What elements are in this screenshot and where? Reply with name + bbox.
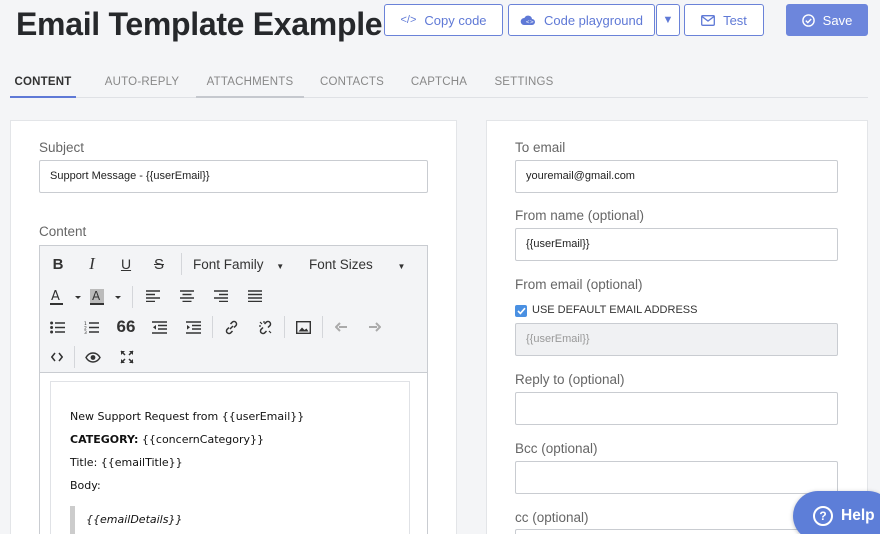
subject-input[interactable]: Support Message - {{userEmail}} [39,160,428,193]
content-label: Content [39,224,87,239]
to-email-label: To email [515,140,566,155]
from-email-label: From email (optional) [515,277,643,292]
caret-down-icon: ▼ [397,262,406,271]
underline-button[interactable]: U [116,254,136,274]
fullscreen-icon[interactable] [118,348,136,366]
body-line-request: New Support Request from {{userEmail}} [70,410,305,423]
numbered-list-icon[interactable]: 123 [82,318,100,336]
italic-button[interactable]: I [82,254,102,274]
subject-label: Subject [39,140,85,155]
question-icon: ? [813,506,833,526]
bold-button[interactable]: B [48,254,68,274]
caret-down-icon: ▼ [276,262,285,271]
font-family-label: Font Family [193,257,264,272]
code-playground-dropdown[interactable]: ▼ [656,4,680,36]
cloud-icon: <> [520,14,536,26]
body-line-body: Body: [70,479,101,492]
font-family-dropdown[interactable]: Font Family ▼ [193,257,284,272]
svg-text:<>: <> [525,20,533,26]
tab-contacts[interactable]: CONTACTS [312,68,392,98]
reply-to-label: Reply to (optional) [515,372,625,387]
font-sizes-label: Font Sizes [309,257,373,272]
highlight-color-button[interactable]: A [88,286,124,308]
copy-code-button[interactable]: </> Copy code [384,4,503,36]
from-name-input[interactable]: {{userEmail}} [515,228,838,261]
tab-settings[interactable]: SETTINGS [486,68,562,98]
cc-label: cc (optional) [515,510,589,525]
body-line-title: Title: {{emailTitle}} [70,456,183,469]
outdent-icon[interactable] [150,318,168,336]
code-playground-label: Code playground [543,12,644,28]
body-line-category: CATEGORY: {{concernCategory}} [70,433,264,446]
use-default-checkbox[interactable] [515,305,527,317]
strikethrough-button[interactable]: S [149,254,169,274]
help-button[interactable]: ? Help [793,491,880,534]
svg-text:A: A [51,289,60,304]
tab-attachments[interactable]: ATTACHMENTS [196,68,304,98]
checkmark-icon [516,307,526,315]
code-icon: </> [400,14,417,26]
body-quote: {{emailDetails}} [86,513,183,526]
test-label: Test [723,12,747,28]
reply-to-input[interactable] [515,392,838,425]
tab-content[interactable]: CONTENT [10,68,76,98]
cc-input[interactable] [515,529,838,534]
source-code-icon[interactable] [48,348,66,366]
align-left-icon[interactable] [144,287,162,305]
bcc-input[interactable] [515,461,838,494]
caret-down-icon: ▼ [662,14,674,26]
tab-captcha[interactable]: CAPTCHA [404,68,474,98]
unlink-icon[interactable] [256,318,274,336]
text-color-button[interactable]: A [48,286,84,308]
use-default-label[interactable]: USE DEFAULT EMAIL ADDRESS [532,304,697,316]
rich-text-editor: B I U S Font Family ▼ Font Sizes ▼ A A 1… [39,245,428,534]
category-label: CATEGORY: [70,433,139,446]
tab-bar: CONTENT AUTO-REPLY ATTACHMENTS CONTACTS … [10,68,868,98]
undo-icon[interactable] [332,318,350,336]
redo-icon[interactable] [366,318,384,336]
help-label: Help [841,507,875,524]
align-right-icon[interactable] [212,287,230,305]
blockquote-icon[interactable]: 66 [116,316,136,338]
from-email-input: {{userEmail}} [515,323,838,356]
check-circle-icon [801,13,815,27]
font-sizes-dropdown[interactable]: Font Sizes ▼ [309,257,405,272]
to-email-input[interactable]: youremail@gmail.com [515,160,838,193]
editor-toolbar: B I U S Font Family ▼ Font Sizes ▼ A A 1… [40,246,427,373]
editor-document[interactable]: New Support Request from {{userEmail}} C… [50,381,410,534]
bcc-label: Bcc (optional) [515,441,598,456]
tab-auto-reply[interactable]: AUTO-REPLY [98,68,186,98]
test-button[interactable]: Test [684,4,764,36]
code-playground-button[interactable]: <> Code playground [508,4,655,36]
envelope-icon [701,14,716,26]
svg-text:A: A [92,289,101,303]
align-justify-icon[interactable] [246,287,264,305]
save-button[interactable]: Save [786,4,868,36]
svg-text:3: 3 [84,330,87,334]
bullet-list-icon[interactable] [48,318,66,336]
blockquote-bar [70,506,75,534]
copy-code-label: Copy code [424,12,487,28]
page-title: Email Template Example [16,6,383,42]
image-icon[interactable] [294,318,312,336]
save-label: Save [822,12,853,28]
indent-icon[interactable] [184,318,202,336]
category-value: {{concernCategory}} [141,433,265,446]
align-center-icon[interactable] [178,287,196,305]
link-icon[interactable] [222,318,240,336]
preview-eye-icon[interactable] [84,348,102,366]
from-name-label: From name (optional) [515,208,645,223]
